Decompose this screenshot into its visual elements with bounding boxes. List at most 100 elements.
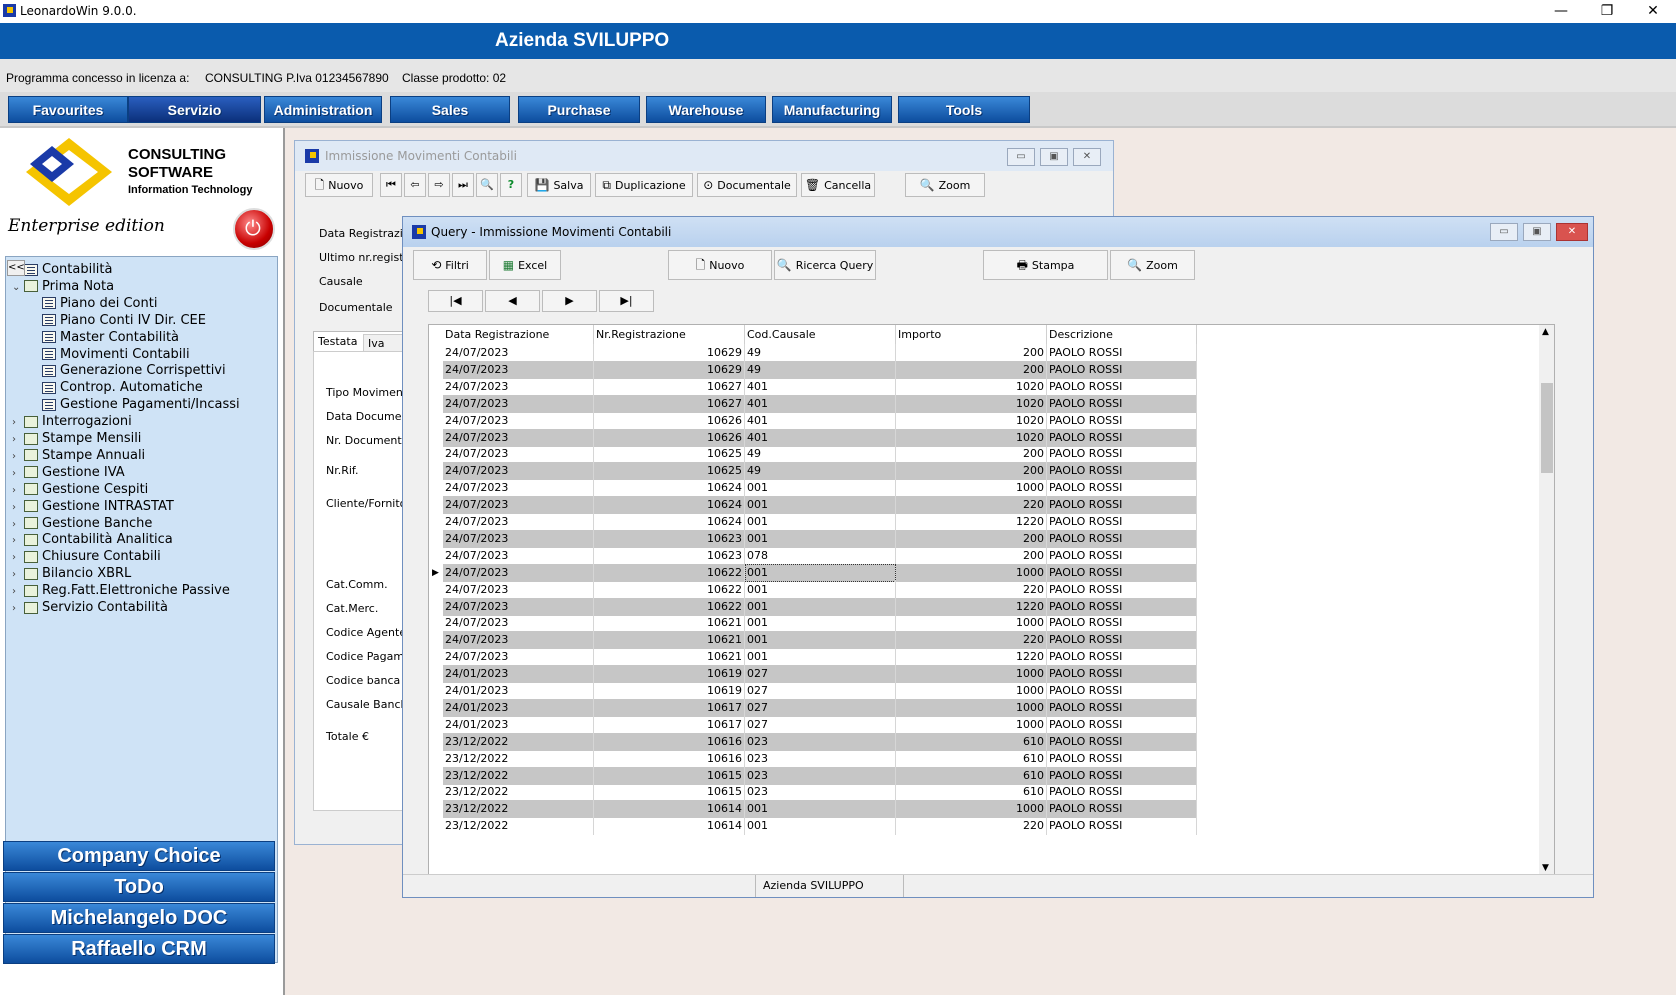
table-row[interactable]: 24/07/2023 10621 001 1220 PAOLO ROSSI (443, 648, 1197, 667)
cell-importo[interactable]: 200 (896, 529, 1047, 548)
salva-button[interactable]: 💾 Salva (527, 173, 591, 197)
vertical-scrollbar[interactable]: ▲ ▼ (1539, 325, 1554, 876)
cell-causale[interactable]: 023 (745, 766, 896, 785)
cell-nr[interactable]: 10627 (594, 394, 745, 413)
cell-causale[interactable]: 027 (745, 682, 896, 700)
filtri-button[interactable]: ⟲ Filtri (413, 250, 487, 280)
nav-next-button[interactable]: ▶ (542, 290, 597, 312)
table-row[interactable]: 23/12/2022 10616 023 610 PAOLO ROSSI (443, 749, 1197, 768)
cell-causale[interactable]: 023 (745, 732, 896, 751)
column-header-importo[interactable]: Importo (896, 325, 1047, 344)
cell-descrizione[interactable]: PAOLO ROSSI (1047, 546, 1197, 565)
cell-importo[interactable]: 1000 (896, 563, 1047, 582)
cell-causale[interactable]: 001 (745, 513, 896, 531)
tree-item[interactable]: › Bilancio XBRL (12, 565, 131, 583)
cell-causale[interactable]: 001 (745, 817, 896, 836)
tree-item[interactable]: › Gestione Cespiti (12, 481, 148, 499)
scroll-up-icon[interactable]: ▲ (1542, 327, 1549, 337)
cell-data[interactable]: 24/01/2023 (443, 682, 594, 700)
minimize-icon[interactable]: — (1538, 0, 1584, 23)
close-icon[interactable]: ✕ (1556, 223, 1588, 241)
cell-descrizione[interactable]: PAOLO ROSSI (1047, 766, 1197, 785)
tree-item[interactable]: Piano dei Conti (30, 295, 157, 313)
cell-causale[interactable]: 401 (745, 394, 896, 413)
tree-item[interactable]: Master Contabilità (30, 329, 179, 347)
cell-nr[interactable]: 10615 (594, 766, 745, 785)
cell-causale[interactable]: 401 (745, 428, 896, 447)
cell-nr[interactable]: 10617 (594, 698, 745, 717)
cell-importo[interactable]: 220 (896, 496, 1047, 515)
table-row[interactable]: 24/07/2023 10624 001 1000 PAOLO ROSSI (443, 479, 1197, 498)
column-header-nr[interactable]: Nr.Registrazione (594, 325, 745, 344)
tree-item[interactable]: Movimenti Contabili (30, 346, 190, 364)
tree-item[interactable]: › Reg.Fatt.Elettroniche Passive (12, 582, 230, 600)
cell-nr[interactable]: 10622 (594, 597, 745, 616)
cell-causale[interactable]: 001 (745, 648, 896, 667)
tree-item[interactable]: › Interrogazioni (12, 413, 132, 431)
table-row[interactable]: 23/12/2022 10615 023 610 PAOLO ROSSI (443, 783, 1197, 802)
help-button[interactable]: ? (500, 173, 522, 197)
cell-nr[interactable]: 10623 (594, 546, 745, 565)
cell-nr[interactable]: 10624 (594, 513, 745, 531)
table-row[interactable]: 24/07/2023 10626 401 1020 PAOLO ROSSI (443, 411, 1197, 430)
cell-nr[interactable]: 10629 (594, 360, 745, 379)
table-row[interactable]: 24/01/2023 10617 027 1000 PAOLO ROSSI (443, 715, 1197, 734)
cell-importo[interactable]: 1220 (896, 513, 1047, 531)
cell-causale[interactable]: 078 (745, 546, 896, 565)
cell-importo[interactable]: 1020 (896, 394, 1047, 413)
cell-descrizione[interactable]: PAOLO ROSSI (1047, 529, 1197, 548)
expand-arrow-icon[interactable]: › (12, 600, 24, 618)
cell-nr[interactable]: 10629 (594, 344, 745, 362)
cell-importo[interactable]: 1000 (896, 800, 1047, 819)
tree-item[interactable]: Piano Conti IV Dir. CEE (30, 312, 206, 330)
nuovo-button[interactable]: 🗋 Nuovo (668, 250, 772, 280)
todo-button[interactable]: ToDo (3, 872, 275, 902)
cell-nr[interactable]: 10615 (594, 783, 745, 802)
cell-causale[interactable]: 027 (745, 665, 896, 684)
cell-data[interactable]: 24/01/2023 (443, 715, 594, 734)
documentale-button[interactable]: ⊙ Documentale (697, 173, 797, 197)
tree-item[interactable]: › Chiusure Contabili (12, 548, 161, 566)
tree-item[interactable]: › Contabilità Analitica (12, 531, 173, 549)
cell-causale[interactable]: 001 (745, 597, 896, 616)
cell-causale[interactable]: 49 (745, 445, 896, 464)
cell-descrizione[interactable]: PAOLO ROSSI (1047, 563, 1197, 582)
cell-data[interactable]: 24/01/2023 (443, 698, 594, 717)
cell-data[interactable]: 24/07/2023 (443, 344, 594, 362)
table-row[interactable]: 23/12/2022 10616 023 610 PAOLO ROSSI (443, 732, 1197, 751)
tree-item[interactable]: Controp. Automatiche (30, 379, 203, 397)
cell-nr[interactable]: 10621 (594, 631, 745, 650)
table-row[interactable]: 24/01/2023 10619 027 1000 PAOLO ROSSI (443, 665, 1197, 684)
company-choice-button[interactable]: Company Choice (3, 841, 275, 871)
nav-last-button[interactable]: ▶| (599, 290, 654, 312)
cell-importo[interactable]: 610 (896, 749, 1047, 768)
table-row[interactable]: 24/07/2023 10627 401 1020 PAOLO ROSSI (443, 377, 1197, 396)
table-row[interactable]: 24/07/2023 10627 401 1020 PAOLO ROSSI (443, 394, 1197, 413)
cell-causale[interactable]: 027 (745, 698, 896, 717)
tree-item[interactable]: › Gestione Banche (12, 515, 152, 533)
cell-descrizione[interactable]: PAOLO ROSSI (1047, 698, 1197, 717)
cell-data[interactable]: 24/07/2023 (443, 529, 594, 548)
cell-importo[interactable]: 1000 (896, 698, 1047, 717)
table-row[interactable]: 24/07/2023 10621 001 1000 PAOLO ROSSI (443, 614, 1197, 633)
cell-nr[interactable]: 10626 (594, 428, 745, 447)
menu-manufacturing[interactable]: Manufacturing (772, 96, 892, 123)
cell-descrizione[interactable]: PAOLO ROSSI (1047, 462, 1197, 481)
power-icon[interactable] (233, 208, 275, 250)
cell-descrizione[interactable]: PAOLO ROSSI (1047, 513, 1197, 531)
cell-data[interactable]: 24/07/2023 (443, 597, 594, 616)
cell-importo[interactable]: 1220 (896, 597, 1047, 616)
table-row[interactable]: 23/12/2022 10615 023 610 PAOLO ROSSI (443, 766, 1197, 785)
nuovo-button[interactable]: 🗋 Nuovo (305, 173, 373, 197)
cell-descrizione[interactable]: PAOLO ROSSI (1047, 394, 1197, 413)
cell-descrizione[interactable]: PAOLO ROSSI (1047, 344, 1197, 362)
cell-nr[interactable]: 10621 (594, 614, 745, 633)
previous-record-button[interactable]: ⇦ (404, 173, 426, 197)
cell-importo[interactable]: 610 (896, 732, 1047, 751)
nav-previous-button[interactable]: ◀ (485, 290, 540, 312)
cell-nr[interactable]: 10619 (594, 665, 745, 684)
cell-descrizione[interactable]: PAOLO ROSSI (1047, 648, 1197, 667)
cell-causale[interactable]: 001 (745, 529, 896, 548)
cell-nr[interactable]: 10626 (594, 411, 745, 430)
cell-causale[interactable]: 027 (745, 715, 896, 734)
